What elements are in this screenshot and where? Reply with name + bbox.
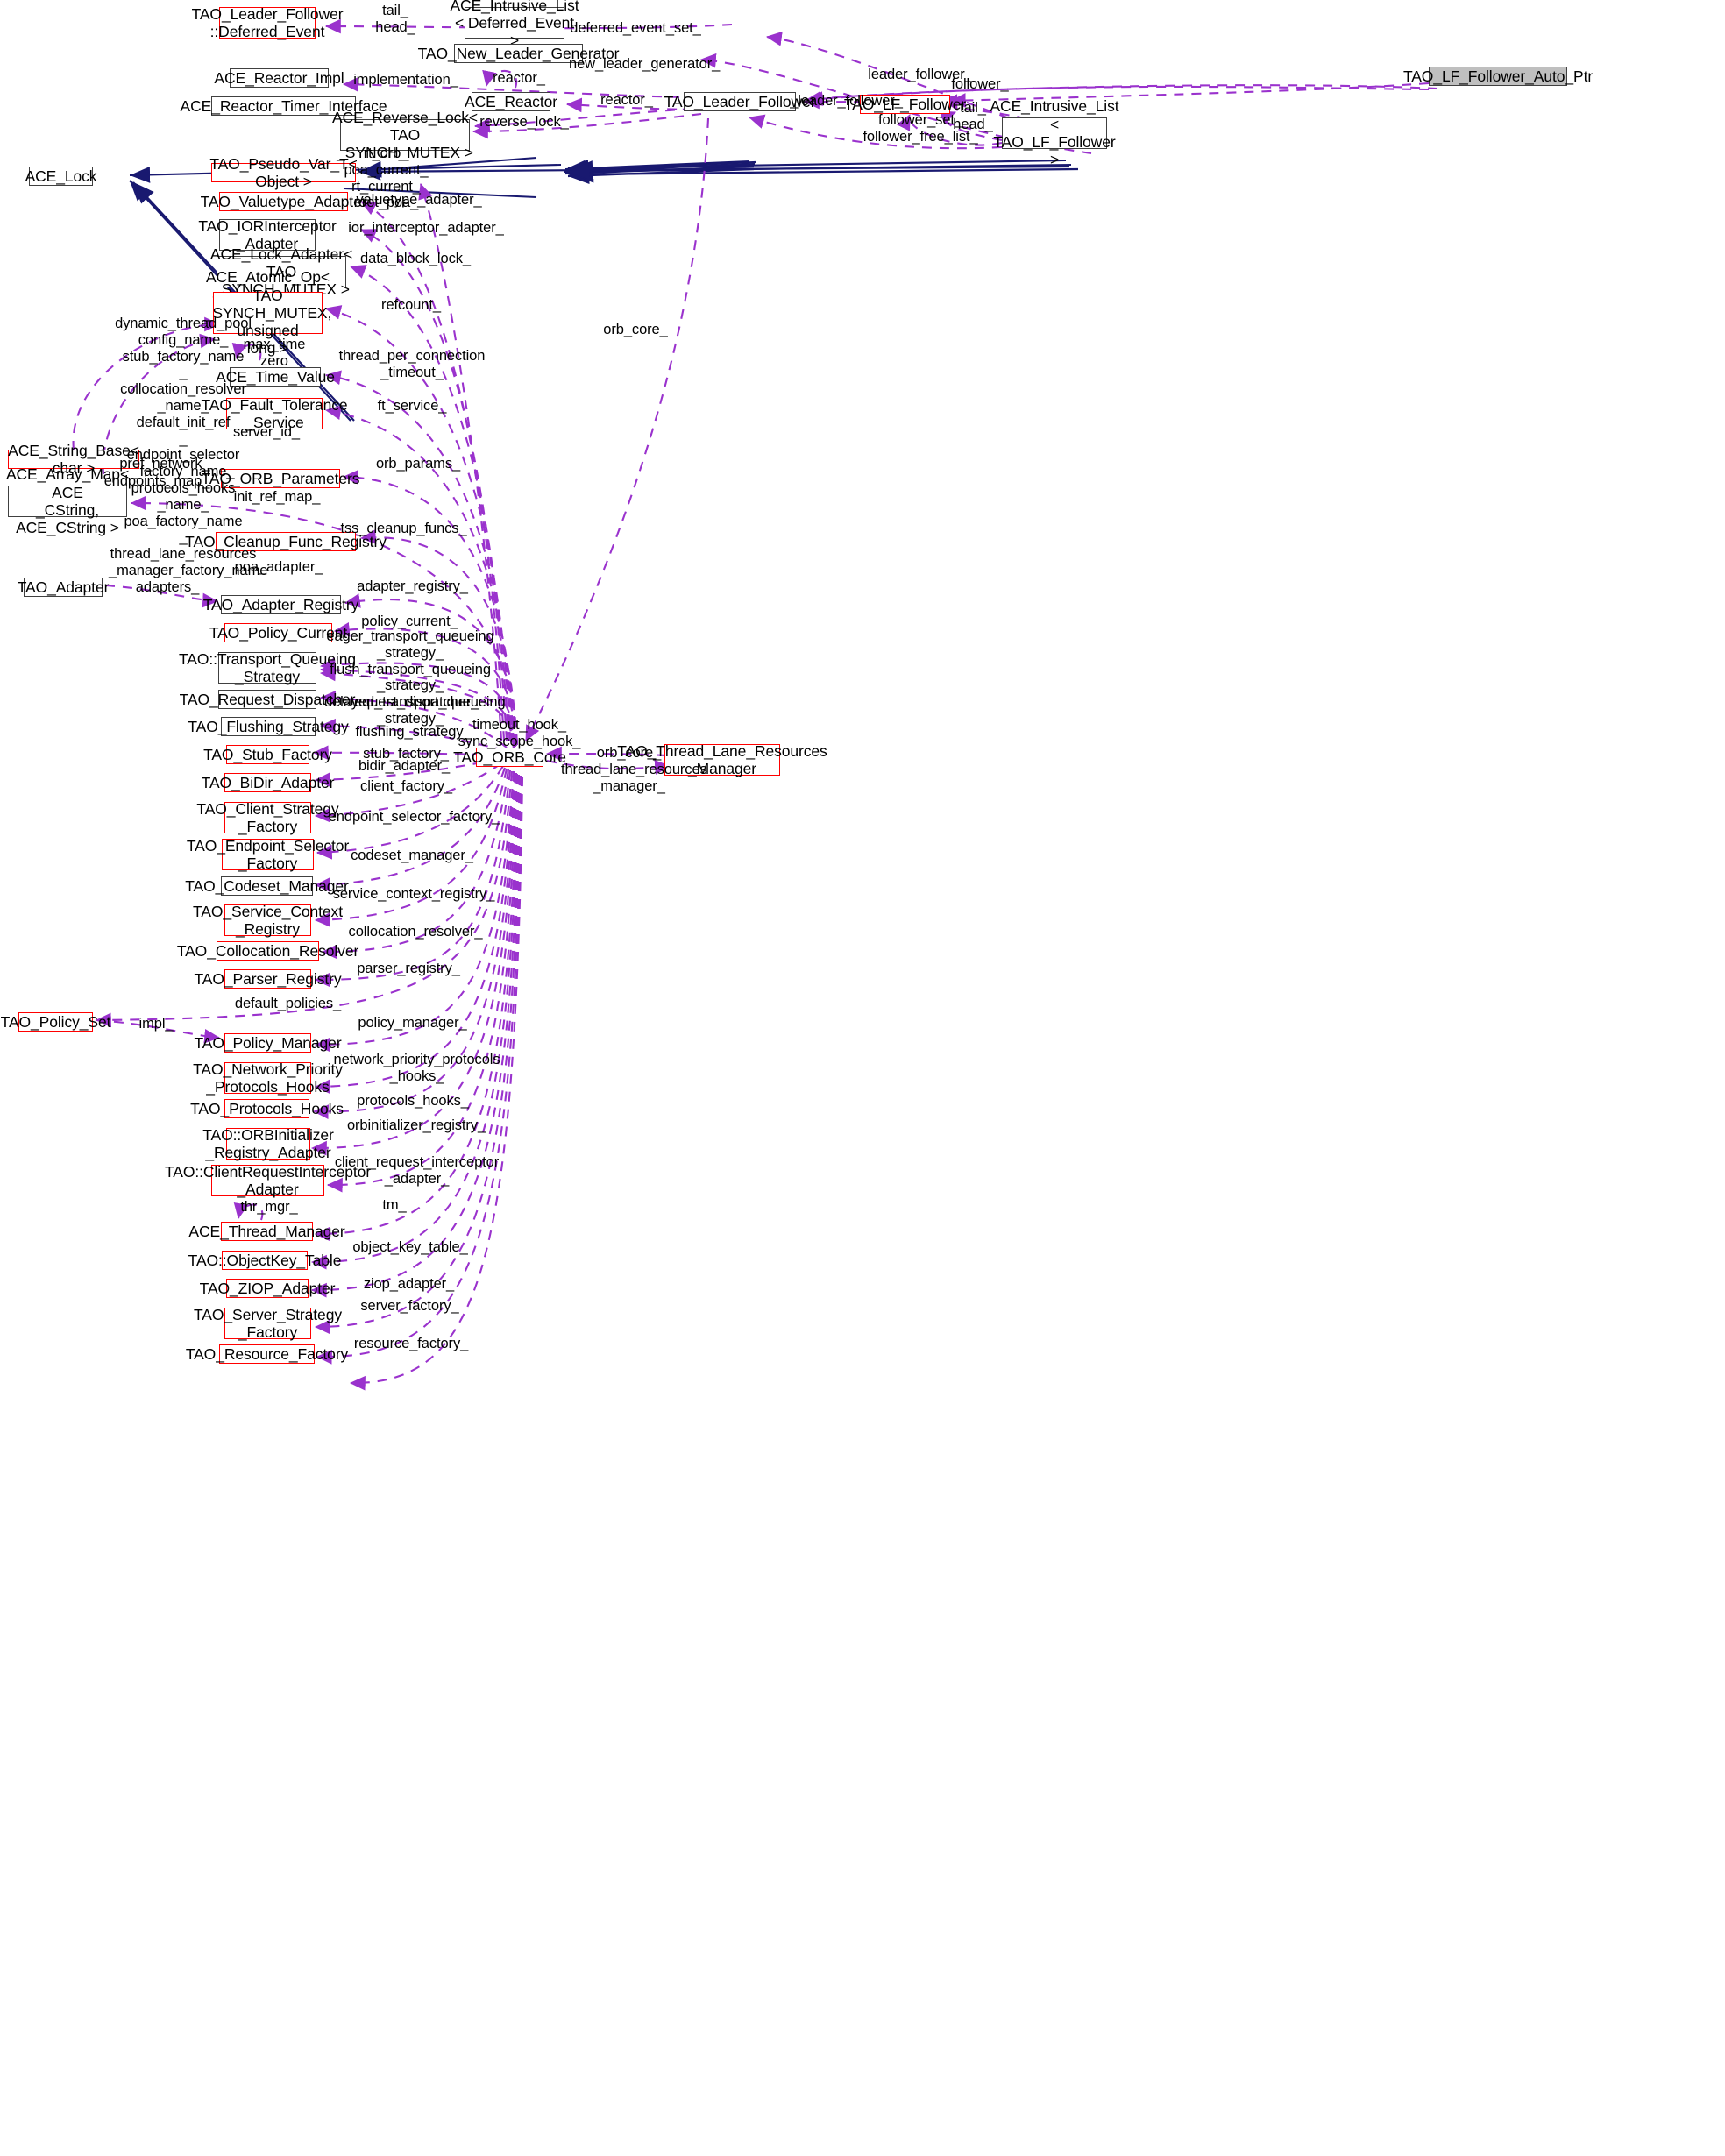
edge-label-reactor: reactor_ [600,92,653,108]
edge-label-request-dispatcher: request_dispatcher_ [349,694,479,710]
node-tao-cleanup-func-registry[interactable]: TAO_Cleanup_Func_Registry [185,532,387,551]
edge-label-ior-interceptor-adapter: ior_interceptor_adapter_ [348,220,504,236]
edge-label-collocation-resolver: collocation_resolver_ [348,924,483,940]
edge-label-thread-per-connection-timeout: thread_per_connection _timeout_ [338,348,486,380]
edge-label-policy-manager: policy_manager_ [358,1015,467,1031]
node-tao-collocation-resolver[interactable]: TAO_Collocation_Resolver [177,941,358,961]
node-ace-time-value[interactable]: ACE_Time_Value [216,367,335,387]
node-tao-lf-follower-auto-ptr[interactable]: TAO_LF_Follower_Auto_Ptr [1403,67,1593,86]
edge-label-tm: tm_ [382,1197,407,1213]
edge-label-server-factory: server_factory_ [360,1298,459,1314]
edge-label-client-factory: client_factory_ [360,778,452,794]
edge-label-stub-factory: stub_factory_ [363,746,449,762]
node-ace-array-map[interactable]: ACE_Array_Map< ACE _CString, ACE_CString… [6,465,129,536]
edge-label-leader-follower-auto: leader_follower_ [868,67,973,82]
node-tao-service-context-registry[interactable]: TAO_Service_Context _Registry [193,903,343,938]
edge-label-bidir-adapter: bidir_adapter_ [358,758,451,774]
node-tao-stub-factory[interactable]: TAO_Stub_Factory [203,745,332,764]
collaboration-diagram-canvas: TAO_Leader_Follower ::Deferred_Event ACE… [0,0,1725,2156]
edge-label-network-priority-protocols-hooks: network_priority_protocols _hooks_ [333,1052,500,1084]
node-tao-client-strategy-factory[interactable]: TAO_Client_Strategy _Factory [196,800,338,835]
node-tao-leader-follower-deferred-event[interactable]: TAO_Leader_Follower ::Deferred_Event [192,5,344,40]
node-tao-ziop-adapter[interactable]: TAO_ZIOP_Adapter [200,1279,335,1298]
edge-label-adapters: adapters_ [135,579,200,595]
edge-label-poa-adapter: poa_adapter_ [234,559,323,575]
node-ace-reverse-lock[interactable]: ACE_Reverse_Lock< TAO _SYNCH_MUTEX > [332,109,478,162]
edge-label-impl: impl_ [138,1016,174,1032]
edge-label-follower: follower_ [951,76,1009,92]
edge-label-policy-current: policy_current_ [361,613,458,629]
node-tao-new-leader-generator[interactable]: TAO_New_Leader_Generator [418,44,619,63]
node-ace-atomic-op[interactable]: ACE_Atomic_Op< TAO _SYNCH_MUTEX, unsigne… [204,268,332,357]
node-ace-lock[interactable]: ACE_Lock [25,167,97,186]
edge-label-ziop-adapter: ziop_adapter_ [363,1276,455,1292]
edge-label-deferred-event-set: deferred_event_set_ [570,20,701,36]
node-tao-resource-factory[interactable]: TAO_Resource_Factory [186,1344,348,1364]
edge-label-orbinitializer-registry: orbinitializer_registry_ [346,1117,486,1133]
node-tao-pseudo-var-t-object[interactable]: TAO_Pseudo_Var_T< Object > [209,155,357,190]
edge-label-parser-registry: parser_registry_ [357,961,460,976]
node-ace-intrusive-list-deferred-event[interactable]: ACE_Intrusive_List < Deferred_Event > [450,0,579,49]
node-tao-policy-current[interactable]: TAO_Policy_Current [209,623,347,642]
node-ace-reactor[interactable]: ACE_Reactor [465,92,557,111]
edge-label-service-context-registry: service_context_registry_ [332,886,495,902]
edge-label-thr-mgr: thr_mgr_ [240,1199,298,1215]
node-tao-flushing-strategy[interactable]: TAO_Flushing_Strategy [188,717,349,736]
node-tao-objectkey-table[interactable]: TAO::ObjectKey_Table [188,1251,341,1270]
node-tao-bidir-adapter[interactable]: TAO_BiDir_Adapter [202,773,334,792]
node-tao-adapter-registry[interactable]: TAO_Adapter_Registry [203,595,358,614]
node-tao-orb-core[interactable]: TAO_ORB_Core [453,748,566,767]
node-tao-lf-follower[interactable]: TAO_LF_Follower [844,95,966,114]
edge-label-reverse-lock: reverse_lock_ [479,114,569,130]
edge-label-timeout-hook: timeout_hook_ sync_scope_hook_ [458,717,581,749]
edge-label-ft-service: ft_service_ [377,398,447,414]
node-tao-orbinitializer-registry-adapter[interactable]: TAO::ORBInitializer _Registry_Adapter [202,1126,334,1161]
node-tao-network-priority-protocols-hooks[interactable]: TAO_Network_Priority _Protocols_Hooks [193,1060,343,1096]
edge-label-orb-core-top: orb_core_ [603,322,668,337]
edge-label-resource-factory: resource_factory_ [353,1336,469,1351]
edge-label-init-ref-map: init_ref_map_ [233,489,321,505]
edge-label-adapter-registry: adapter_registry_ [357,578,468,594]
edge-label-reactor-self: reactor_ [493,70,545,86]
node-tao-orb-parameters[interactable]: TAO_ORB_Parameters [202,469,359,488]
edge-label-valuetype-adapter: valuetype_adapter_ [356,192,482,208]
node-ace-reactor-impl[interactable]: ACE_Reactor_Impl [214,68,344,88]
edge-label-data-block-lock: data_block_lock_ [360,251,471,266]
node-tao-endpoint-selector-factory[interactable]: TAO_Endpoint_Selector _Factory [187,837,349,872]
edge-label-refcount: refcount_ [381,297,441,313]
edge-label-follower-set: follower_set_ follower_free_list_ [862,112,978,145]
node-tao-adapter[interactable]: TAO_Adapter [18,578,109,597]
edge-label-endpoint-selector-factory: endpoint_selector_factory_ [328,809,500,825]
node-tao-policy-set[interactable]: TAO_Policy_Set [1,1012,110,1032]
node-tao-parser-registry[interactable]: TAO_Parser_Registry [195,969,342,989]
node-tao-leader-follower[interactable]: TAO_Leader_Follower [664,92,816,111]
node-tao-policy-manager[interactable]: TAO_Policy_Manager [194,1033,342,1053]
node-tao-server-strategy-factory[interactable]: TAO_Server_Strategy _Factory [194,1306,342,1341]
node-tao-valuetype-adapter[interactable]: TAO_Valuetype_Adapter [201,192,367,211]
node-ace-intrusive-list-tao-lf-follower[interactable]: ACE_Intrusive_List < TAO_LF_Follower > [990,97,1118,168]
edge-label-object-key-table: object_key_table_ [352,1239,468,1255]
node-tao-codeset-manager[interactable]: TAO_Codeset_Manager [185,876,349,896]
edge-label-codeset-manager: codeset_manager_ [351,848,473,863]
edge-label-default-policies: default_policies_ [234,996,342,1011]
node-tao-protocols-hooks[interactable]: TAO_Protocols_Hooks [190,1099,344,1118]
node-tao-clientrequestinterceptor-adapter[interactable]: TAO::ClientRequestInterceptor _Adapter [165,1163,371,1198]
node-tao-fault-tolerance-service[interactable]: TAO_Fault_Tolerance _Service [201,396,347,431]
edge-label-tail-head-deferred: tail_ head_ [375,3,415,35]
node-tao-request-dispatcher[interactable]: TAO_Request_Dispatcher [180,690,355,709]
node-tao-thread-lane-resources-manager[interactable]: TAO_Thread_Lane_Resources _Manager [617,742,827,777]
edge-label-implementation: implementation_ [353,72,458,88]
node-tao-transport-queueing-strategy[interactable]: TAO::Transport_Queueing _Strategy [179,650,356,685]
edge-label-flushing-strategy: flushing_strategy_ [355,724,472,740]
edge-label-protocols-hooks: protocols_hooks_ [357,1093,469,1109]
node-ace-thread-manager[interactable]: ACE_Thread_Manager [188,1222,345,1241]
edge-label-orb-params: orb_params_ [375,456,461,472]
